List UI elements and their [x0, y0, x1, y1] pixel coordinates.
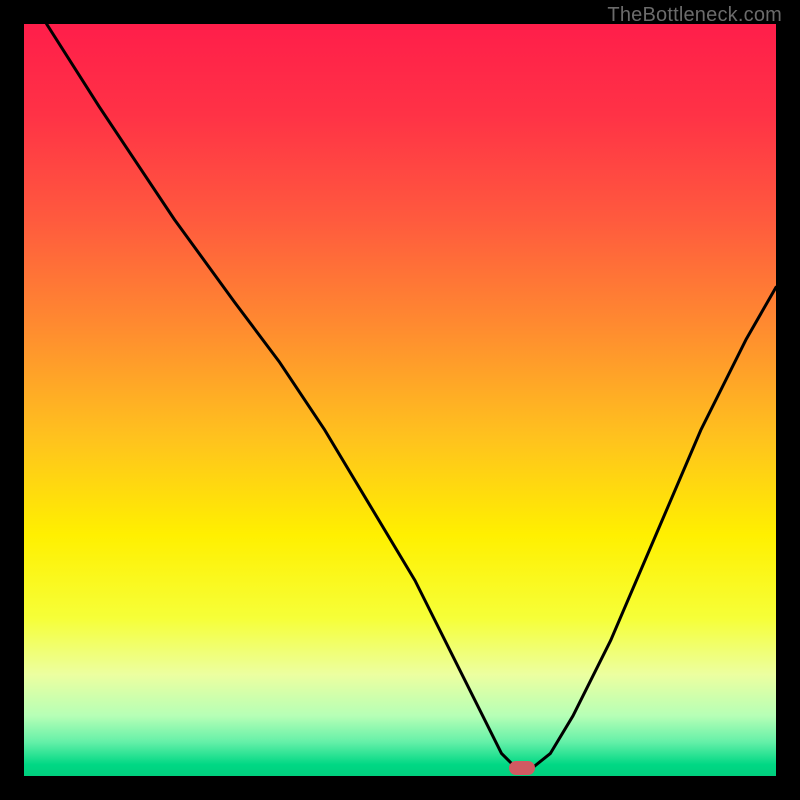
optimal-point-marker	[509, 761, 535, 775]
chart-frame: TheBottleneck.com	[0, 0, 800, 800]
plot-area	[24, 24, 776, 776]
attribution-text: TheBottleneck.com	[607, 4, 782, 27]
curve-layer	[24, 24, 776, 776]
bottleneck-curve	[47, 24, 776, 769]
